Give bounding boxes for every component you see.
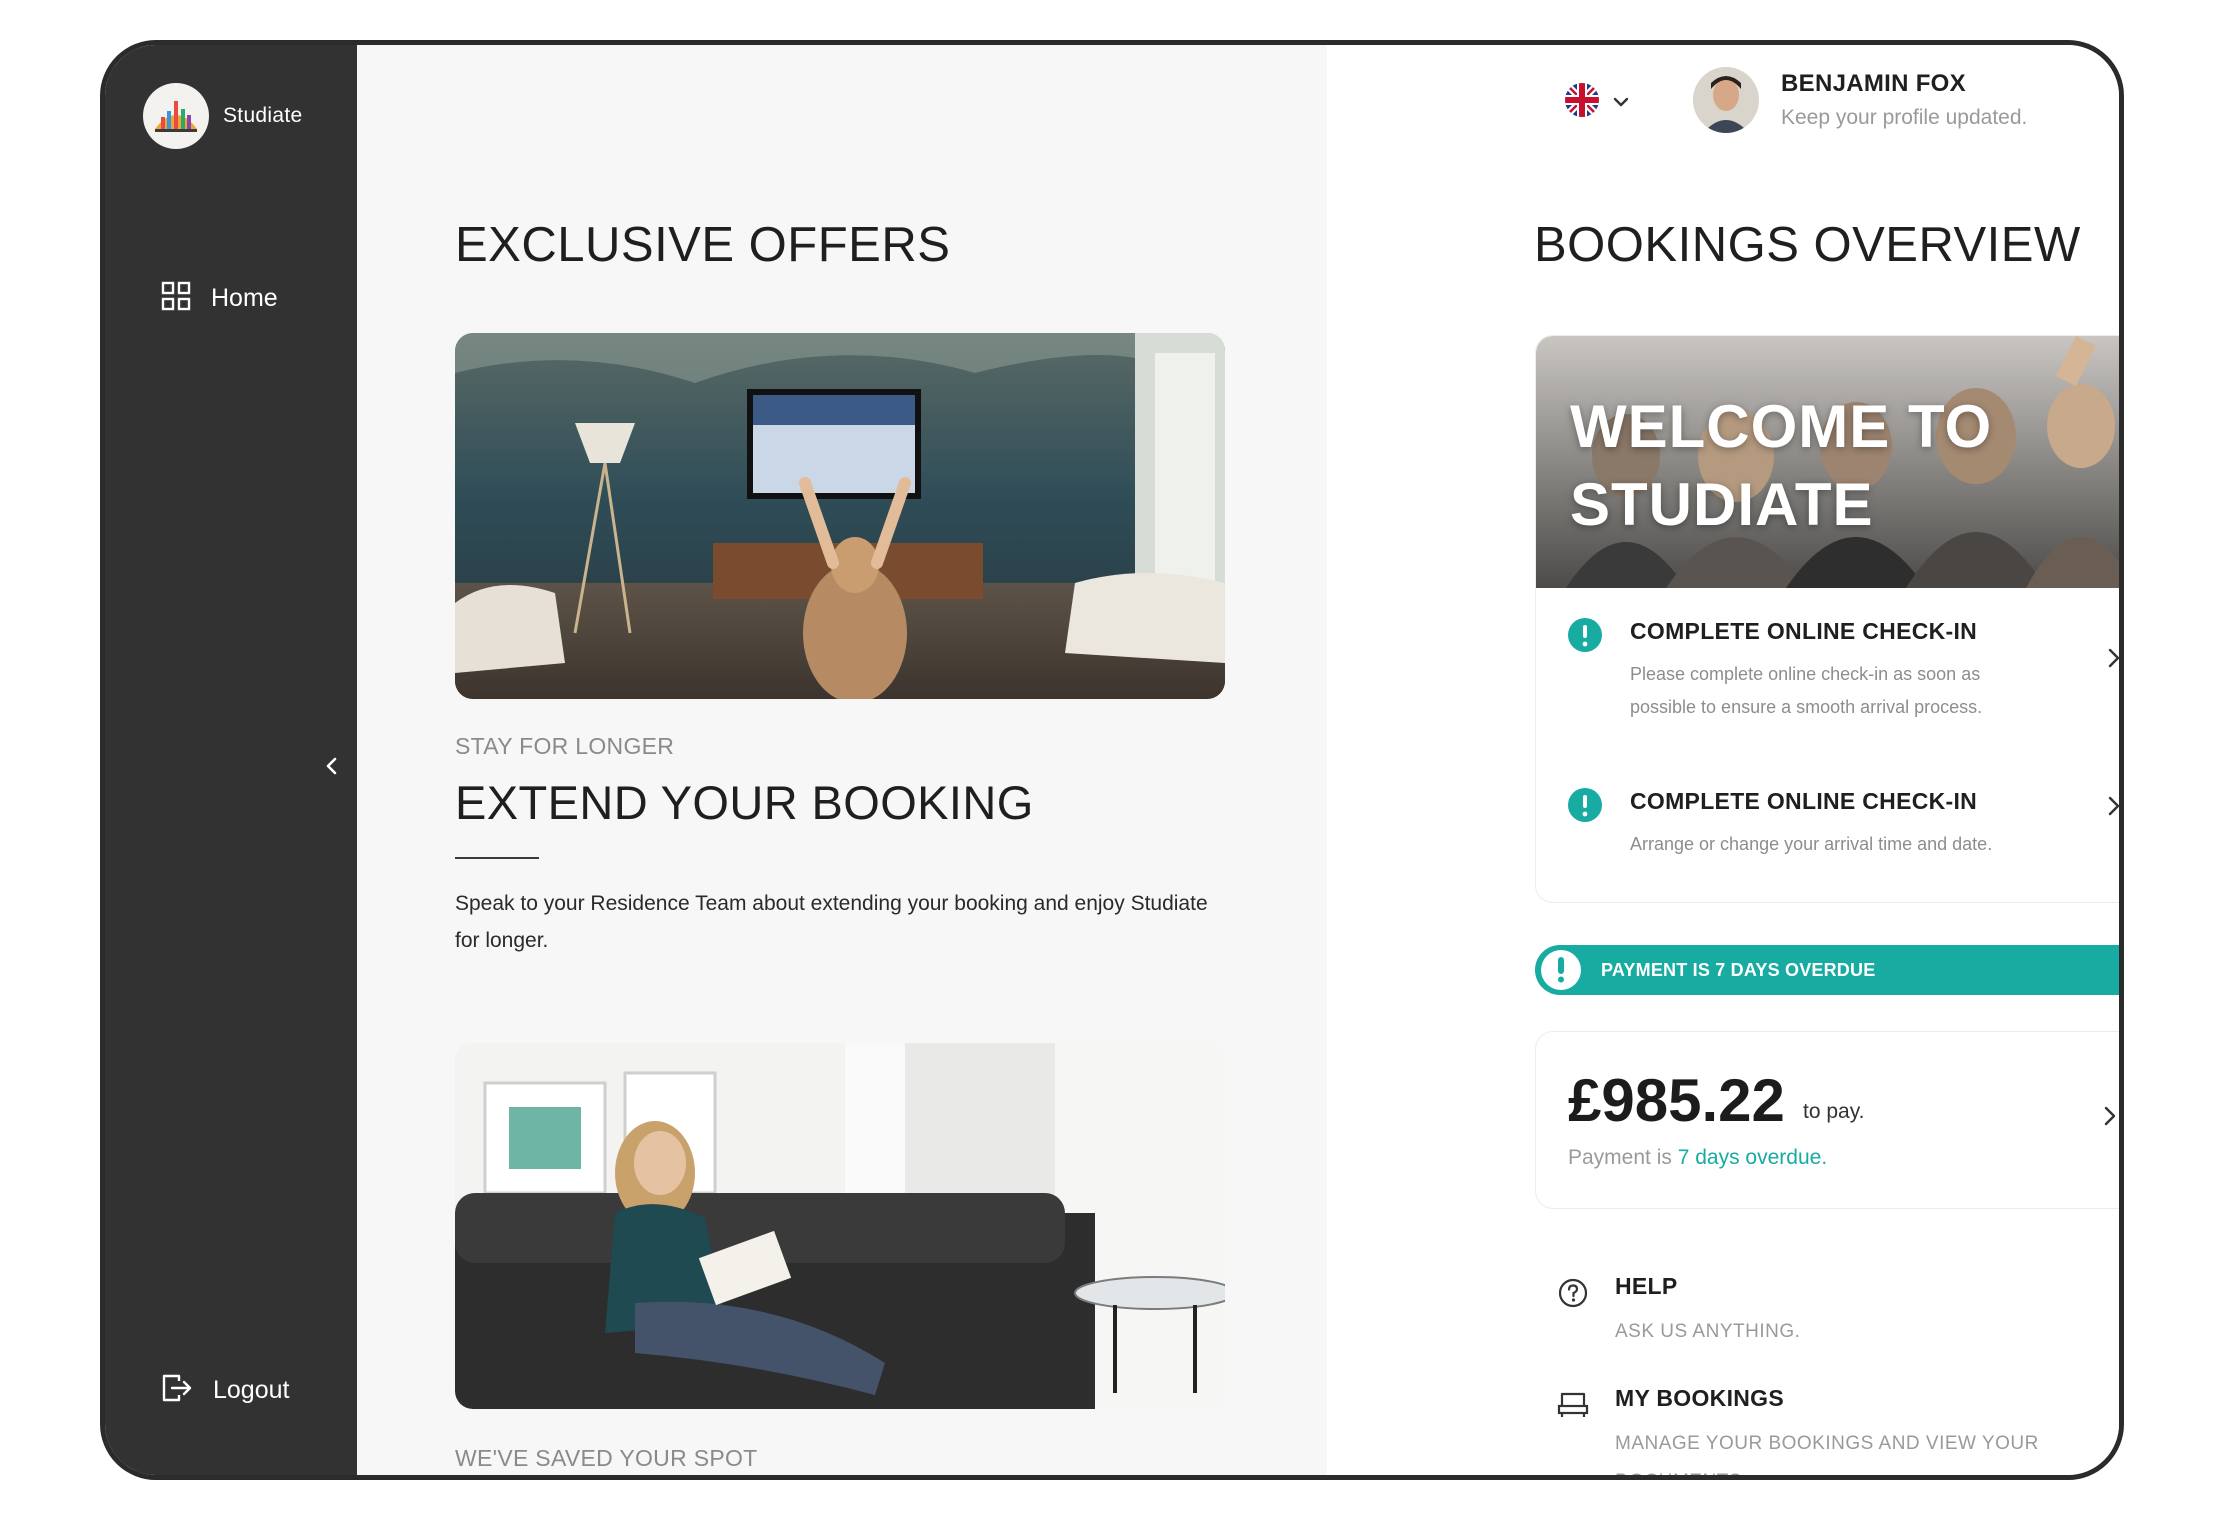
chevron-right-icon: [2119, 1301, 2124, 1326]
chevron-right-icon: [2108, 796, 2119, 821]
user-profile[interactable]: BENJAMIN FOX Keep your profile updated.: [1693, 67, 2027, 133]
title-divider: [455, 857, 539, 859]
payment-card[interactable]: £985.22 to pay. Payment is 7 days overdu…: [1535, 1031, 2119, 1209]
logout-label: Logout: [213, 1376, 290, 1404]
app-window: Studiate Home Logout EXCLUSIVE OFFERS ST…: [100, 40, 2124, 1480]
payment-overdue-banner[interactable]: PAYMENT IS 7 DAYS OVERDUE: [1535, 945, 2119, 995]
brand-name: Studiate: [223, 104, 303, 127]
payment-status-prefix: Payment is: [1568, 1146, 1672, 1169]
collapse-sidebar-button[interactable]: [319, 755, 345, 781]
avatar: [1693, 67, 1759, 133]
task-title: COMPLETE ONLINE CHECK-IN: [1630, 618, 1978, 644]
task-title: COMPLETE ONLINE CHECK-IN: [1630, 788, 1978, 814]
row-title: MY BOOKINGS: [1615, 1385, 1785, 1411]
welcome-banner: WELCOME TO STUDIATE: [1536, 336, 2119, 588]
living-room-tv-photo[interactable]: [455, 333, 1225, 699]
bookings-panel: BENJAMIN FOX Keep your profile updated. …: [1327, 45, 2124, 1475]
offers-title: EXCLUSIVE OFFERS: [455, 218, 951, 272]
bed-icon: [1557, 1389, 1589, 1424]
logout-icon: [161, 1373, 193, 1408]
welcome-heading: WELCOME TO STUDIATE: [1570, 393, 1993, 538]
row-title: HELP: [1615, 1273, 1678, 1299]
help-circle-icon: [1557, 1277, 1589, 1314]
offer-description: Speak to your Residence Team about exten…: [455, 892, 1208, 952]
chevron-down-icon: [1613, 94, 1629, 112]
user-subtitle: Keep your profile updated.: [1781, 106, 2028, 129]
reading-on-sofa-photo[interactable]: [455, 1043, 1225, 1409]
offer-kicker: STAY FOR LONGER: [455, 733, 675, 759]
alert-icon: [1568, 788, 1602, 827]
chevron-left-icon: [325, 757, 339, 780]
user-info: BENJAMIN FOX Keep your profile updated.: [1781, 70, 2027, 130]
row-subtitle: ASK US ANYTHING.: [1615, 1321, 1801, 1342]
offer-title[interactable]: EXTEND YOUR BOOKING: [455, 775, 1034, 830]
offer-kicker: WE'VE SAVED YOUR SPOT: [455, 1445, 758, 1471]
overdue-link[interactable]: 7 days overdue.: [1678, 1146, 1827, 1169]
sidebar: Studiate Home Logout: [105, 45, 357, 1475]
chevron-right-icon: [2119, 1413, 2124, 1438]
chevron-right-icon: [2108, 648, 2119, 673]
payment-amount: £985.22: [1568, 1067, 1785, 1134]
city-skyline-logo-icon: [143, 83, 209, 149]
bookings-title: BOOKINGS OVERVIEW: [1534, 218, 2081, 272]
chevron-right-icon: [2104, 1106, 2116, 1131]
payment-status: Payment is 7 days overdue.: [1568, 1146, 1827, 1170]
brand-logo[interactable]: Studiate: [143, 83, 302, 149]
offers-panel: EXCLUSIVE OFFERS STAY FOR LONGER EXTEND …: [357, 45, 1327, 1475]
sidebar-item-home[interactable]: Home: [161, 281, 278, 316]
alert-icon: [1568, 618, 1602, 657]
grid-icon: [161, 281, 191, 316]
alert-icon: [1541, 950, 1581, 990]
logout-button[interactable]: Logout: [161, 1373, 289, 1408]
language-selector[interactable]: [1565, 83, 1629, 122]
task-description: Arrange or change your arrival time and …: [1630, 834, 1993, 854]
overdue-text: PAYMENT IS 7 DAYS OVERDUE: [1601, 959, 1876, 980]
row-subtitle: MANAGE YOUR BOOKINGS AND VIEW YOUR DOCUM…: [1615, 1433, 2039, 1475]
uk-flag-icon: [1565, 83, 1599, 122]
task-description: Please complete online check-in as soon …: [1630, 664, 1983, 717]
welcome-card: WELCOME TO STUDIATE COMPLETE ONLINE CHEC…: [1535, 335, 2119, 903]
payment-suffix: to pay.: [1803, 1100, 1865, 1123]
user-name: BENJAMIN FOX: [1781, 70, 1966, 97]
sidebar-item-label: Home: [211, 284, 278, 312]
